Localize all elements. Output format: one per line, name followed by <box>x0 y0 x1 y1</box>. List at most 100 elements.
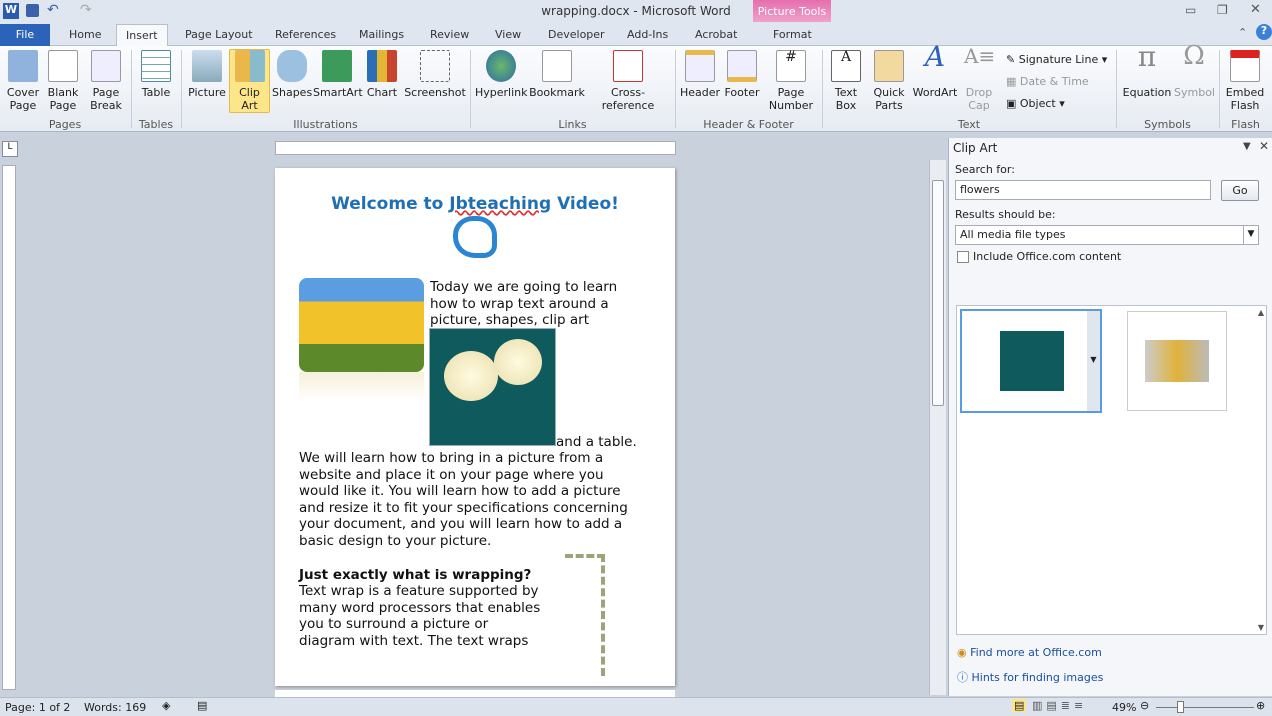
header-button[interactable]: Header <box>680 50 720 99</box>
tab-view[interactable]: View <box>486 24 530 46</box>
title-name: Jbteaching <box>449 194 552 214</box>
symbol-button[interactable]: Ω Symbol <box>1174 41 1215 99</box>
tab-review[interactable]: Review <box>421 24 478 46</box>
include-office-checkbox[interactable] <box>957 251 969 263</box>
chevron-down-icon[interactable]: ▼ <box>1243 226 1258 244</box>
page-number-icon: # <box>776 50 806 82</box>
hyperlink-icon <box>486 50 516 82</box>
drop-cap-button[interactable]: A≡ Drop Cap <box>961 46 997 112</box>
tulips-image[interactable] <box>299 278 424 372</box>
screenshot-button[interactable]: Screenshot <box>404 50 466 99</box>
cover-page-button[interactable]: Cover Page <box>4 50 42 112</box>
scroll-up-icon[interactable]: ▲ <box>1258 308 1264 317</box>
results-list: ▼ ▲ ▼ <box>956 305 1267 635</box>
scroll-thumb[interactable] <box>932 180 944 406</box>
tab-home[interactable]: Home <box>60 24 110 46</box>
embed-flash-button[interactable]: Embed Flash <box>1224 50 1266 112</box>
chevron-down-icon[interactable]: ▼ <box>1087 311 1100 411</box>
group-illustrations: Illustrations <box>293 118 358 131</box>
restore-icon[interactable]: ❐ <box>1217 3 1228 17</box>
bookmark-button[interactable]: Bookmark <box>529 50 585 99</box>
zoom-out-icon[interactable]: ⊖ <box>1140 699 1149 712</box>
footer-button[interactable]: Footer <box>722 50 762 99</box>
omega-icon: Ω <box>1183 41 1205 71</box>
page-number-button[interactable]: # Page Number <box>764 50 818 112</box>
pane-close-icon[interactable]: ✕ <box>1259 139 1269 153</box>
signature-line-button[interactable]: ✎ Signature Line ▾ <box>1006 53 1107 66</box>
footer-icon <box>727 50 757 82</box>
tab-references[interactable]: References <box>266 24 345 46</box>
smartart-icon <box>322 50 352 82</box>
pane-menu-icon[interactable]: ▼ <box>1243 141 1251 152</box>
clip-art-button[interactable]: Clip Art <box>229 49 270 113</box>
blank-page-button[interactable]: Blank Page <box>45 50 81 112</box>
view-buttons-icon[interactable]: ▥▤≣≡ <box>1032 699 1087 712</box>
horizontal-ruler[interactable] <box>275 141 676 155</box>
minimize-ribbon-icon[interactable]: ⌃ <box>1238 26 1247 39</box>
tab-selector-button[interactable]: L <box>2 141 18 157</box>
smartart-button[interactable]: SmartArt <box>313 50 363 99</box>
picture-tools-label: Picture Tools <box>757 5 827 18</box>
pane-title: Clip Art <box>953 141 998 155</box>
vertical-ruler[interactable] <box>2 165 16 690</box>
tab-developer[interactable]: Developer <box>539 24 614 46</box>
quick-parts-button[interactable]: Quick Parts <box>870 50 908 112</box>
label: Bookmark <box>529 86 585 99</box>
label: Picture <box>188 86 226 99</box>
zoom-in-icon[interactable]: ⊕ <box>1256 699 1265 712</box>
label: Text Box <box>834 86 858 112</box>
separator <box>470 50 471 128</box>
clip-result-photo[interactable] <box>1127 311 1227 411</box>
group-links: Links <box>558 118 587 131</box>
tab-insert[interactable]: Insert <box>116 24 168 46</box>
media-type-select[interactable]: All media file types ▼ <box>955 225 1259 245</box>
page-break-button[interactable]: Page Break <box>86 50 126 112</box>
chart-button[interactable]: Chart <box>364 50 400 99</box>
table-button[interactable]: Table <box>138 50 174 99</box>
screenshot-icon <box>420 50 450 82</box>
tab-page-layout[interactable]: Page Layout <box>176 24 262 46</box>
hyperlink-button[interactable]: Hyperlink <box>475 50 528 99</box>
clip-result-roses[interactable]: ▼ <box>960 309 1102 413</box>
hints-link[interactable]: ⓘ Hints for finding images <box>957 669 1103 685</box>
object-button[interactable]: ▣ Object ▾ <box>1006 97 1065 110</box>
label: WordArt <box>912 86 958 99</box>
close-icon[interactable]: ✕ <box>1250 2 1261 17</box>
tab-mailings[interactable]: Mailings <box>350 24 413 46</box>
tulips-reflection <box>299 372 424 402</box>
equation-button[interactable]: π Equation <box>1121 43 1173 100</box>
macro-icon[interactable]: ▤ <box>197 699 207 712</box>
text-line: many word processors that enables <box>299 599 541 616</box>
dashed-arrow-shape[interactable] <box>565 554 605 676</box>
wordart-button[interactable]: A WordArt <box>911 43 959 100</box>
zoom-level[interactable]: 49% <box>1112 701 1136 714</box>
picture-button[interactable]: Picture <box>187 50 227 99</box>
tab-add-ins[interactable]: Add-Ins <box>618 24 677 46</box>
text-box-button[interactable]: A Text Box <box>828 50 864 112</box>
zoom-slider-thumb[interactable] <box>1177 701 1184 713</box>
word-count[interactable]: Words: 169 <box>84 701 146 714</box>
go-button[interactable]: Go <box>1221 180 1259 201</box>
proofing-icon[interactable]: ◈ <box>162 699 170 712</box>
search-input[interactable]: flowers <box>955 180 1211 200</box>
label: Cross-reference <box>601 86 655 112</box>
tab-acrobat[interactable]: Acrobat <box>686 24 746 46</box>
roses-clip-art-selected[interactable] <box>429 328 556 446</box>
help-icon[interactable]: ? <box>1256 24 1272 40</box>
separator <box>1219 50 1220 128</box>
date-time-button[interactable]: ▦ Date & Time <box>1006 75 1089 88</box>
cross-reference-button[interactable]: Cross-reference <box>587 50 669 112</box>
minimize-icon[interactable]: ▭ <box>1185 3 1196 17</box>
document-page[interactable]: Welcome to Jbteaching Video! Today we ar… <box>275 168 675 686</box>
print-layout-icon[interactable]: ▤ <box>1012 699 1027 712</box>
shapes-button[interactable]: Shapes <box>272 50 312 99</box>
zoom-slider[interactable] <box>1156 707 1254 708</box>
clip-art-icon <box>234 50 265 82</box>
page-indicator[interactable]: Page: 1 of 2 <box>5 701 70 714</box>
tab-file[interactable]: File <box>0 24 50 46</box>
find-more-link[interactable]: ◉ Find more at Office.com <box>957 646 1102 659</box>
tab-format[interactable]: Format <box>764 24 821 46</box>
vertical-scrollbar[interactable] <box>929 160 946 695</box>
scroll-down-icon[interactable]: ▼ <box>1258 623 1264 632</box>
include-office-label: Include Office.com content <box>973 250 1122 263</box>
